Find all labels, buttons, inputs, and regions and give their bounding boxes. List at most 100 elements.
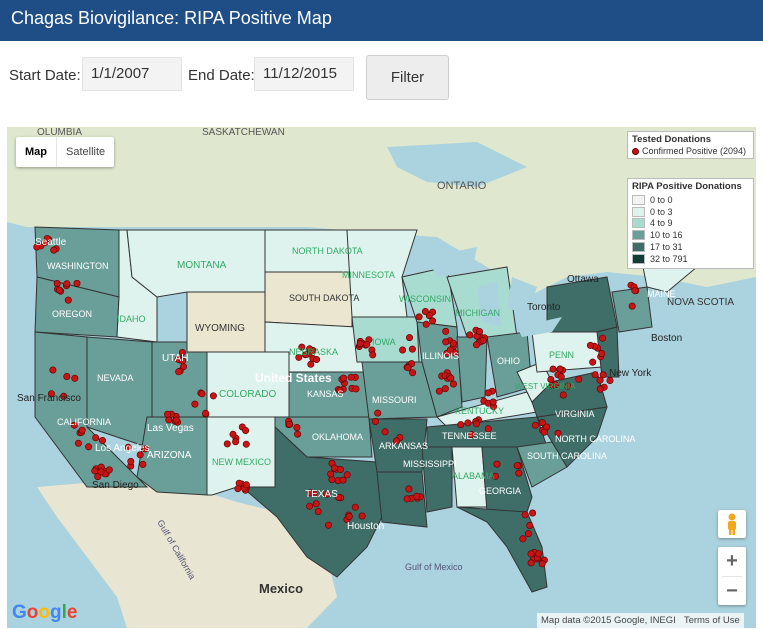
zoom-out-button[interactable]: − — [718, 577, 746, 606]
positive-marker[interactable] — [493, 460, 501, 468]
positive-marker[interactable] — [313, 356, 321, 364]
positive-marker[interactable] — [369, 351, 377, 359]
positive-marker[interactable] — [531, 421, 539, 429]
positive-marker[interactable] — [526, 521, 534, 529]
positive-marker[interactable] — [73, 279, 81, 287]
positive-marker[interactable] — [127, 457, 135, 465]
positive-marker[interactable] — [429, 317, 437, 325]
positive-marker[interactable] — [464, 419, 472, 427]
positive-marker[interactable] — [529, 509, 537, 517]
positive-marker[interactable] — [356, 339, 364, 347]
positive-marker[interactable] — [74, 439, 82, 447]
positive-marker[interactable] — [484, 389, 492, 397]
positive-marker[interactable] — [352, 385, 360, 393]
positive-marker[interactable] — [242, 426, 250, 434]
positive-marker[interactable] — [55, 286, 63, 294]
positive-marker[interactable] — [405, 485, 413, 493]
positive-marker[interactable] — [586, 341, 594, 349]
positive-marker[interactable] — [53, 280, 61, 288]
positive-marker[interactable] — [442, 338, 450, 346]
positive-marker[interactable] — [591, 371, 599, 379]
map-canvas[interactable]: OLUMBIA SASKATCHEWAN ONTARIO NOVA SCOTIA… — [7, 127, 756, 628]
street-view-pegman-icon[interactable] — [718, 510, 746, 538]
positive-marker[interactable] — [351, 503, 359, 511]
positive-marker[interactable] — [628, 302, 636, 310]
positive-marker[interactable] — [347, 373, 355, 381]
positive-marker[interactable] — [421, 308, 429, 316]
positive-marker[interactable] — [374, 409, 382, 417]
positive-marker[interactable] — [515, 469, 523, 477]
positive-marker[interactable] — [223, 440, 231, 448]
positive-marker[interactable] — [381, 428, 389, 436]
positive-marker[interactable] — [139, 460, 147, 468]
positive-marker[interactable] — [92, 434, 100, 442]
positive-marker[interactable] — [559, 391, 567, 399]
positive-marker[interactable] — [339, 374, 347, 382]
positive-marker[interactable] — [435, 387, 443, 395]
positive-marker[interactable] — [472, 420, 480, 428]
filter-button[interactable]: Filter — [366, 55, 449, 100]
positive-marker[interactable] — [234, 485, 242, 493]
positive-marker[interactable] — [285, 420, 293, 428]
positive-marker[interactable] — [293, 423, 301, 431]
map-type-satellite-button[interactable]: Satellite — [57, 137, 114, 167]
positive-marker[interactable] — [409, 369, 417, 377]
positive-marker[interactable] — [164, 410, 172, 418]
positive-marker[interactable] — [598, 350, 606, 358]
positive-marker[interactable] — [229, 430, 237, 438]
positive-marker[interactable] — [527, 550, 535, 558]
positive-marker[interactable] — [312, 500, 320, 508]
positive-marker[interactable] — [399, 346, 407, 354]
map-type-map-button[interactable]: Map — [16, 137, 57, 167]
end-date-input[interactable]: 11/12/2015 — [254, 57, 354, 91]
positive-marker[interactable] — [472, 341, 480, 349]
positive-marker[interactable] — [242, 440, 250, 448]
positive-marker[interactable] — [371, 417, 379, 425]
positive-marker[interactable] — [327, 470, 335, 478]
start-date-input[interactable]: 1/1/2007 — [82, 57, 182, 91]
positive-marker[interactable] — [556, 365, 564, 373]
positive-marker[interactable] — [363, 340, 371, 348]
positive-marker[interactable] — [415, 313, 423, 321]
positive-marker[interactable] — [527, 559, 535, 567]
positive-marker[interactable] — [405, 334, 413, 342]
positive-marker[interactable] — [328, 476, 336, 484]
positive-marker[interactable] — [242, 481, 250, 489]
positive-marker[interactable] — [413, 492, 421, 500]
positive-marker[interactable] — [557, 373, 565, 381]
positive-marker[interactable] — [358, 512, 366, 520]
positive-marker[interactable] — [449, 380, 457, 388]
positive-marker[interactable] — [538, 419, 546, 427]
positive-marker[interactable] — [64, 296, 72, 304]
positive-marker[interactable] — [232, 438, 240, 446]
positive-marker[interactable] — [596, 376, 604, 384]
positive-marker[interactable] — [202, 409, 210, 417]
positive-marker[interactable] — [97, 468, 105, 476]
positive-marker[interactable] — [78, 426, 86, 434]
positive-marker[interactable] — [330, 464, 338, 472]
positive-marker[interactable] — [324, 521, 332, 529]
positive-marker[interactable] — [209, 392, 217, 400]
positive-marker[interactable] — [466, 331, 474, 339]
positive-marker[interactable] — [422, 320, 430, 328]
positive-marker[interactable] — [49, 366, 57, 374]
positive-marker[interactable] — [63, 280, 71, 288]
positive-marker[interactable] — [549, 365, 557, 373]
positive-marker[interactable] — [521, 511, 529, 519]
positive-marker[interactable] — [198, 390, 206, 398]
positive-marker[interactable] — [442, 327, 450, 335]
positive-marker[interactable] — [339, 476, 347, 484]
positive-marker[interactable] — [589, 358, 597, 366]
positive-marker[interactable] — [631, 287, 639, 295]
positive-marker[interactable] — [345, 513, 353, 521]
positive-marker[interactable] — [71, 374, 79, 382]
positive-marker[interactable] — [63, 373, 71, 381]
positive-marker[interactable] — [540, 428, 548, 436]
zoom-in-button[interactable]: + — [718, 547, 746, 576]
positive-marker[interactable] — [519, 535, 527, 543]
positive-marker[interactable] — [479, 337, 487, 345]
positive-marker[interactable] — [596, 385, 604, 393]
positive-marker[interactable] — [513, 462, 521, 470]
positive-marker[interactable] — [403, 495, 411, 503]
positive-marker[interactable] — [457, 421, 465, 429]
